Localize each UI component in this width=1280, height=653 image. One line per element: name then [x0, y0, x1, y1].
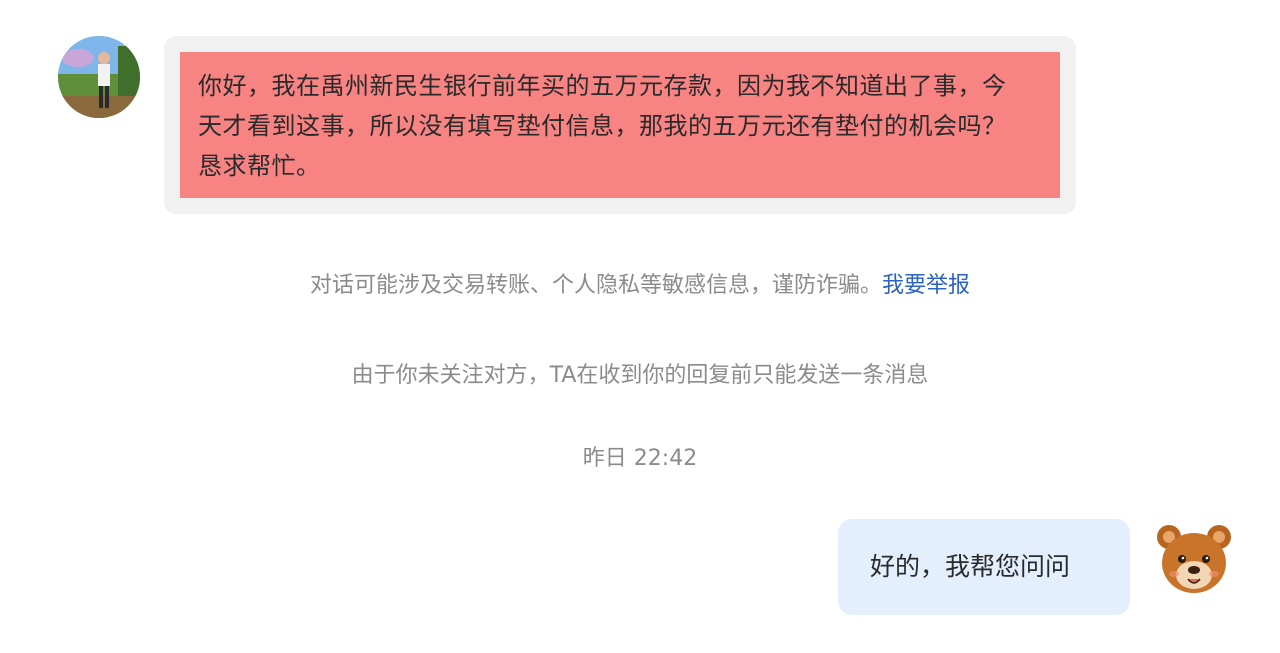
fraud-warning-text: 对话可能涉及交易转账、个人隐私等敏感信息，谨防诈骗。 — [309, 273, 882, 298]
chat-window: 你好，我在禹州新民生银行前年买的五万元存款，因为我不知道出了事，今天才看到这事，… — [0, 0, 1280, 653]
user-avatar[interactable] — [58, 36, 140, 118]
report-link[interactable]: 我要举报 — [882, 273, 970, 298]
follow-limit-notice: 由于你未关注对方，TA在收到你的回复前只能发送一条消息 — [351, 363, 929, 388]
user-avatar-photo — [58, 36, 140, 118]
outgoing-message-bubble[interactable]: 好的，我帮您问问 — [838, 519, 1130, 615]
bear-avatar-icon[interactable] — [1152, 519, 1236, 603]
outgoing-message-text: 好的，我帮您问问 — [870, 552, 1071, 581]
incoming-message-bubble[interactable]: 你好，我在禹州新民生银行前年买的五万元存款，因为我不知道出了事，今天才看到这事，… — [164, 36, 1076, 214]
message-timestamp: 昨日 22:42 — [582, 446, 698, 471]
fraud-warning-notice: 对话可能涉及交易转账、个人隐私等敏感信息，谨防诈骗。我要举报 — [0, 267, 1280, 299]
incoming-message-text: 你好，我在禹州新民生银行前年买的五万元存款，因为我不知道出了事，今天才看到这事，… — [180, 52, 1060, 198]
